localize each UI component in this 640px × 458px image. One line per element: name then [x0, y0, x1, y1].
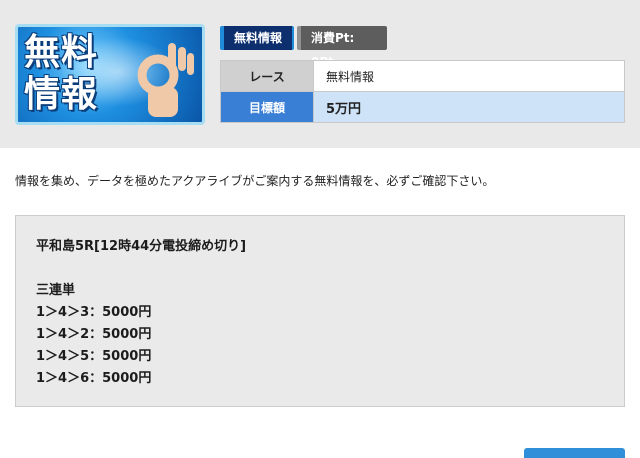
- info-table: レース 無料情報 目標額 5万円: [220, 60, 625, 123]
- bet-line: 1＞4＞2：5000円: [36, 327, 152, 342]
- banner-title-line1: 無料: [24, 32, 99, 73]
- ok-hand-icon: [137, 43, 194, 117]
- points-cost-tag: 消費Pt: 0Pt: [297, 26, 387, 69]
- target-label: 目標額: [220, 91, 314, 123]
- prediction-box: 平和島5R[12時44分電投締め切り] 三連単 1＞4＞3：5000円 1＞4＞…: [15, 215, 625, 407]
- bet-line: 1＞4＞3：5000円: [36, 305, 152, 320]
- header-area: 無料 情報 無料情報 消費Pt: 0Pt レース 無料情報 目標額 5万円: [0, 0, 640, 148]
- free-info-tag: 無料情報: [220, 26, 294, 50]
- bet-line: 1＞4＞6：5000円: [36, 371, 152, 386]
- bet-type: 三連単: [36, 283, 76, 298]
- race-value: 無料情報: [313, 60, 625, 92]
- target-value: 5万円: [313, 91, 625, 123]
- free-info-banner: 無料 情報: [15, 24, 205, 125]
- bet-line: 1＞4＞5：5000円: [36, 349, 152, 364]
- table-row-race: レース 無料情報: [220, 60, 625, 92]
- intro-text: 情報を集め、データを極めたアクアライブがご案内する無料情報を、必ずご確認下さい。: [15, 174, 495, 188]
- race-title: 平和島5R[12時44分電投締め切り]: [36, 239, 247, 254]
- banner-title-line2: 情報: [24, 74, 99, 115]
- table-row-target: 目標額 5万円: [220, 91, 625, 123]
- bottom-action-button[interactable]: [524, 448, 625, 458]
- race-label: レース: [220, 60, 314, 92]
